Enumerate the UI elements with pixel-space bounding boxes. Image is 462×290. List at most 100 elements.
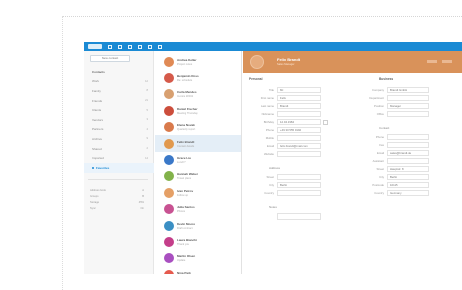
notes-icon[interactable] [148, 44, 152, 49]
footer-item-label: Storage [90, 200, 100, 204]
contact-detail: Felix Brandt Sales Manager Personal Titl… [243, 51, 462, 274]
list-item[interactable]: Felix Brandt Contact details [155, 135, 241, 152]
field-input[interactable]: 12.04.1984 [277, 119, 321, 125]
list-item-from: Felix Brandt [177, 139, 195, 144]
list-item[interactable]: Benjamin Ross Re: schedule [155, 69, 241, 86]
field-label: Mobile [265, 136, 274, 140]
field-input[interactable]: Brandt [277, 103, 321, 109]
more-button[interactable] [442, 60, 452, 63]
form-row: Postcode 10115 [359, 181, 459, 189]
field-label: First name [260, 96, 274, 100]
sidebar-item-shared[interactable]: Shared 2 [84, 144, 154, 154]
field-input[interactable]: Mr. [277, 87, 321, 93]
list-item-subject: Meeting Thursday [177, 111, 198, 115]
field-input[interactable] [387, 142, 429, 148]
list-item[interactable]: Ivan Petrov Follow up [155, 184, 241, 201]
field-input[interactable]: Brandt GmbH [387, 87, 429, 93]
field-label: Email [377, 151, 384, 155]
list-item[interactable]: Hannah Weber Travel plans [155, 168, 241, 185]
list-item[interactable]: Kevin Moore Draft contract [155, 217, 241, 234]
sidebar-item-work[interactable]: Work 12 [84, 77, 154, 87]
sidebar-item-label: Family [92, 88, 101, 93]
form-row: Position Manager [359, 102, 459, 110]
calendar-icon[interactable] [323, 119, 328, 125]
sidebar-item-vendors[interactable]: Vendors 3 [84, 115, 154, 125]
field-input[interactable] [387, 134, 429, 140]
avatar [164, 154, 174, 165]
field-input[interactable] [277, 135, 321, 141]
list-item[interactable]: Laura Bianchi Thank you [155, 233, 241, 250]
field-input[interactable] [277, 151, 321, 157]
avatar [164, 236, 174, 247]
list-item-subject: Project notes [177, 62, 193, 66]
field-input[interactable]: 10115 [387, 182, 429, 188]
list-item-from: Laura Bianchi [177, 237, 197, 242]
sidebar-item-count: 14 [145, 156, 148, 160]
avatar [164, 269, 174, 274]
field-input[interactable]: sales@brandt.de [387, 150, 429, 156]
notes-field[interactable] [277, 212, 321, 220]
field-label: Birthday [263, 120, 274, 124]
field-input[interactable] [387, 111, 429, 117]
list-item[interactable]: Carla Mendes Invoice #2041 [155, 86, 241, 103]
list-item[interactable]: Martin Olsen Update [155, 250, 241, 267]
sidebar-divider [88, 179, 148, 180]
field-input[interactable] [277, 190, 321, 196]
field-input[interactable]: Manager [387, 103, 429, 109]
field-input[interactable]: Hauptstr. 8 [387, 166, 429, 172]
sidebar-item-clients[interactable]: Clients 5 [84, 105, 154, 115]
footer-item-value: 45% [138, 200, 144, 204]
field-input[interactable] [277, 174, 321, 180]
star-icon [92, 166, 94, 169]
contact-subtitle: Sales Manager [277, 63, 295, 66]
settings-icon[interactable] [158, 44, 162, 49]
business-section-title: Business [379, 77, 394, 81]
sidebar-item-family[interactable]: Family 8 [84, 86, 154, 96]
list-item-subject: Quarterly report [177, 128, 196, 132]
tasks-icon[interactable] [138, 44, 142, 49]
field-input[interactable] [387, 95, 429, 101]
form-row: Email felix.brandt@mail.com [249, 142, 349, 150]
sidebar-item-archive[interactable]: Archive 9 [84, 134, 154, 144]
edit-button[interactable] [427, 60, 437, 63]
avatar [164, 72, 174, 83]
field-label: Phone [265, 128, 274, 132]
list-item[interactable]: Daniel Fischer Meeting Thursday [155, 102, 241, 119]
field-input[interactable]: felix.brandt@mail.com [277, 143, 321, 149]
field-input[interactable] [277, 111, 321, 117]
field-input[interactable] [387, 158, 429, 164]
calendar-icon[interactable] [118, 44, 122, 49]
field-input[interactable]: Felix [277, 95, 321, 101]
list-item-subject: Update [177, 259, 186, 263]
field-input[interactable]: Berlin [387, 174, 429, 180]
field-label: Country [374, 191, 384, 195]
list-item[interactable]: Grace Liu Lunch? [155, 151, 241, 168]
footer-item[interactable]: Sync On [88, 205, 146, 211]
form-row: Street Hauptstr. 8 [359, 165, 459, 173]
sidebar-item-favorites[interactable]: Favorites [84, 162, 154, 173]
list-item[interactable]: Nina ParkReminder [155, 266, 241, 274]
app-window: New contact Contacts Work 12 Family 8 Friends… [84, 42, 462, 274]
list-item[interactable]: Elena Novak Quarterly report [155, 119, 241, 136]
field-input[interactable]: Germany [387, 190, 429, 196]
form-row: Street [249, 173, 349, 181]
list-item-text: Laura Bianchi Thank you [177, 238, 233, 246]
sidebar-item-label: Partners [92, 127, 104, 132]
sidebar-item-contacts[interactable]: Contacts [84, 67, 154, 77]
field-input[interactable]: Berlin [277, 182, 321, 188]
sidebar-item-imported[interactable]: Imported 14 [84, 153, 154, 163]
field-label: Position [374, 104, 384, 108]
list-item[interactable]: Andrea Keller Project notes [155, 53, 241, 70]
form-row: Company Brandt GmbH [359, 86, 459, 94]
field-input[interactable]: +49 30 555 0192 [277, 127, 321, 133]
mail-icon[interactable] [108, 44, 112, 49]
list-item-from: Carla Mendes [177, 90, 197, 95]
notes-row [249, 212, 349, 220]
list-item[interactable]: Julia Santos Photos [155, 201, 241, 218]
list-item-text: Nina ParkReminder [177, 271, 233, 274]
sidebar-item-friends[interactable]: Friends 21 [84, 96, 154, 106]
contacts-icon[interactable] [128, 44, 132, 49]
avatar [164, 89, 174, 100]
sidebar-item-partners[interactable]: Partners 4 [84, 125, 154, 135]
new-contact-button[interactable]: New contact [90, 55, 130, 62]
